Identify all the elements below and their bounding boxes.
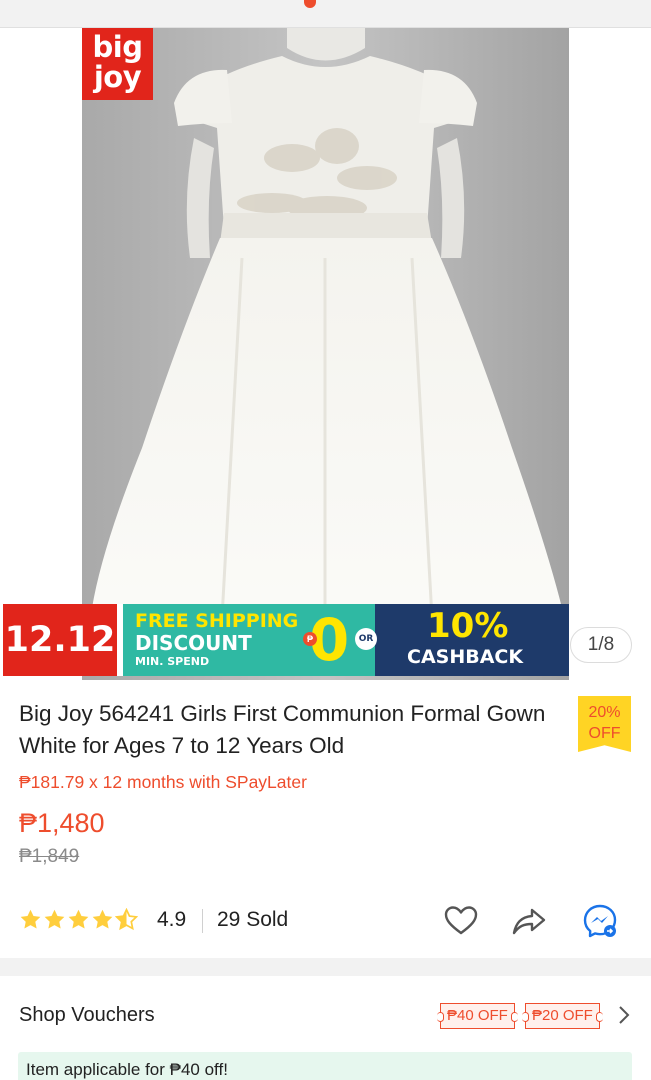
spaylater-installment[interactable]: ₱181.79 x 12 months with SPayLater: [19, 772, 307, 793]
voucher-chip[interactable]: ₱40 OFF: [437, 1003, 518, 1029]
discount-percent: 20%: [588, 704, 621, 721]
share-icon[interactable]: [510, 902, 548, 940]
promo-cashback-percent: 10%: [427, 606, 509, 646]
discount-badge: 20% OFF: [578, 696, 631, 752]
rating-stars[interactable]: [19, 908, 138, 931]
shop-vouchers-label: Shop Vouchers: [19, 1004, 155, 1026]
promo-free-shipping: FREE SHIPPING DISCOUNT MIN. SPEND 0 ₱ OR: [123, 604, 377, 676]
promo-discount-label: DISCOUNT: [135, 631, 252, 655]
star-icon: [68, 909, 89, 929]
promo-cashback: 10% CASHBACK: [375, 604, 569, 676]
voucher-chip[interactable]: ₱20 OFF: [522, 1003, 603, 1029]
rating-divider: [202, 909, 203, 933]
voucher-applicable-banner: Item applicable for ₱40 off!: [18, 1052, 632, 1080]
top-bar: [0, 0, 651, 28]
star-icon: [20, 909, 41, 929]
peso-icon: ₱: [303, 632, 317, 646]
promo-min-spend-label: MIN. SPEND: [135, 655, 210, 668]
star-icon: [44, 909, 65, 929]
heart-icon[interactable]: [442, 902, 480, 940]
voucher-applicable-text: Item applicable for ₱40 off!: [26, 1060, 228, 1079]
product-title: Big Joy 564241 Girls First Communion For…: [19, 701, 546, 758]
brand-logo-line2: joy: [93, 60, 142, 94]
product-image-gallery[interactable]: [0, 28, 651, 680]
promo-date: 12.12: [3, 604, 123, 676]
image-counter: 1/8: [570, 627, 632, 663]
promo-or-badge: OR: [355, 628, 377, 650]
discount-off-label: OFF: [588, 725, 621, 742]
rating-value: 4.9: [157, 908, 187, 931]
rating-row: 4.9 29 Sold: [19, 900, 633, 942]
brand-logo-line1: big: [92, 30, 143, 64]
chevron-right-icon[interactable]: [613, 1004, 635, 1026]
promo-free-shipping-label: FREE SHIPPING: [135, 610, 299, 632]
current-price: ₱1,480: [19, 808, 105, 838]
product-photo[interactable]: [82, 28, 569, 680]
messenger-icon[interactable]: [581, 902, 619, 940]
brand-logo: big joy: [82, 28, 153, 100]
sold-count: 29 Sold: [217, 908, 289, 931]
star-icon: [92, 909, 113, 929]
half-star-icon: [115, 908, 138, 931]
dress-illustration: [82, 28, 569, 680]
section-separator: [0, 958, 651, 976]
promo-cashback-label: CASHBACK: [407, 646, 524, 668]
scroll-indicator-dot: [304, 0, 316, 8]
shop-vouchers-row[interactable]: Shop Vouchers ₱40 OFF ₱20 OFF: [0, 976, 651, 1052]
promo-banner[interactable]: 12.12 FREE SHIPPING DISCOUNT MIN. SPEND …: [3, 604, 569, 676]
original-price: ₱1,849: [19, 846, 80, 867]
